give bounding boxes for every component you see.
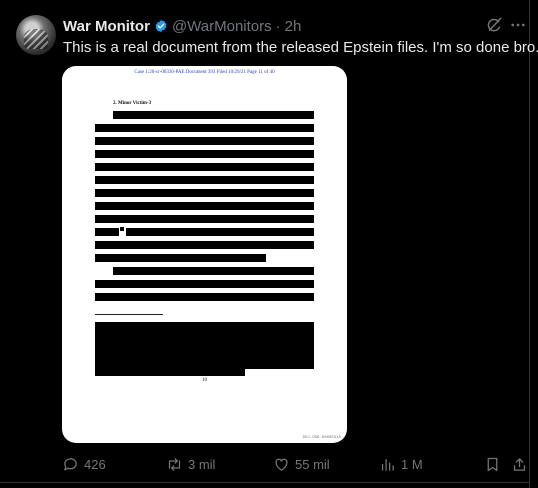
share-button[interactable]	[511, 456, 528, 473]
redaction-bar	[95, 202, 314, 210]
redaction-bar	[126, 228, 314, 236]
tweet-header: War Monitor @WarMonitors · 2h	[63, 17, 301, 35]
redaction-bar	[95, 293, 314, 301]
reply-icon	[64, 458, 77, 471]
redaction-bar	[95, 176, 314, 184]
timestamp[interactable]: 2h	[285, 18, 302, 35]
author-handle[interactable]: @WarMonitors	[172, 18, 272, 35]
document-header: Case 1:20-cr-00330-PAE Document 393 File…	[134, 70, 275, 75]
redaction-bar	[95, 280, 314, 288]
action-bar: 426 3 mil 55 mil 1 M	[0, 456, 538, 474]
reply-button[interactable]: 426	[62, 456, 106, 473]
views-icon	[381, 458, 394, 471]
views-button[interactable]: 1 M	[379, 456, 423, 473]
more-icon[interactable]	[509, 16, 527, 34]
redaction-bar	[95, 124, 314, 132]
redaction-bar	[95, 215, 314, 223]
redaction-bar	[113, 267, 314, 275]
grok-icon[interactable]	[485, 16, 503, 34]
author-name[interactable]: War Monitor	[63, 18, 150, 35]
bookmark-button[interactable]	[484, 456, 501, 473]
attached-image[interactable]: Case 1:20-cr-00330-PAE Document 393 File…	[62, 66, 347, 443]
avatar[interactable]	[16, 15, 56, 55]
redaction-bar	[95, 137, 314, 145]
redaction-bar	[113, 111, 314, 119]
like-icon	[275, 458, 288, 471]
tweet-text: This is a real document from the release…	[63, 39, 538, 56]
redaction-bar	[95, 163, 314, 171]
repost-count: 3 mil	[188, 457, 216, 472]
document-bates-number: DOJ-OGR-00005345	[302, 436, 341, 440]
footnote-rule	[95, 314, 163, 315]
like-button[interactable]: 55 mil	[273, 456, 330, 473]
redaction-bar	[95, 254, 266, 262]
repost-icon	[168, 458, 181, 471]
like-count: 55 mil	[295, 457, 330, 472]
separator-dot: ·	[275, 17, 281, 35]
redaction-bar	[95, 150, 314, 158]
redaction-block	[95, 322, 314, 369]
views-count: 1 M	[401, 457, 423, 472]
verified-badge-icon	[155, 19, 167, 33]
divider-right	[529, 0, 530, 488]
reply-count: 426	[84, 457, 106, 472]
document-section-heading: 2. Minor Victim-3	[113, 101, 152, 106]
bookmark-icon	[487, 457, 498, 472]
redaction-block	[95, 367, 245, 376]
redaction-bar	[95, 241, 314, 249]
document-page-number: 10	[202, 378, 207, 383]
redaction-bar	[120, 227, 124, 231]
redaction-bar	[95, 228, 119, 236]
share-icon	[513, 458, 526, 471]
redaction-bar	[95, 189, 314, 197]
divider-bottom	[0, 482, 530, 483]
repost-button[interactable]: 3 mil	[166, 456, 215, 473]
